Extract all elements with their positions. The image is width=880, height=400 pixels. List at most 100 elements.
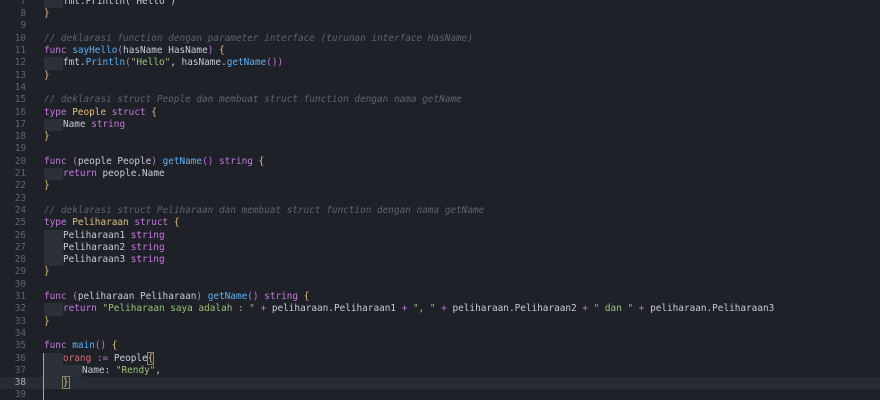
code-text[interactable]: Name: "Rendy", (44, 364, 161, 378)
code-text[interactable]: } (44, 266, 50, 278)
code-line[interactable]: 19 (0, 143, 880, 155)
code-token: people.Name (102, 168, 165, 179)
line-number: 29 (14, 266, 26, 278)
code-text[interactable]: func main() { (44, 340, 117, 352)
code-line[interactable]: 12 fmt.Println("Hello", hasName.getName()… (0, 57, 880, 70)
code-token: string (91, 118, 126, 130)
code-line[interactable]: 26 Peliharaan1 string (0, 229, 880, 242)
code-text[interactable]: func (people People) getName() string { (44, 156, 264, 168)
code-token: + (396, 303, 413, 315)
code-token: peliharaan.Peliharaan3 (650, 303, 775, 315)
code-token: + (633, 303, 651, 315)
code-text[interactable]: } (44, 131, 50, 143)
code-token: } (44, 69, 50, 81)
code-line[interactable]: 13} (0, 70, 880, 82)
code-line[interactable]: 32 return "Peliharaan saya adalah : " + p… (0, 303, 880, 316)
code-line[interactable]: 23 (0, 193, 880, 205)
code-text[interactable]: } (44, 316, 50, 328)
code-line[interactable]: 17 Name string (0, 118, 880, 132)
code-line[interactable]: 18} (0, 131, 880, 143)
code-text[interactable]: // deklarasi function dengan parameter i… (44, 33, 473, 45)
line-number: 11 (14, 45, 26, 56)
code-line[interactable]: 38} (0, 376, 880, 390)
code-token: return (63, 168, 103, 179)
code-text[interactable]: // deklarasi struct Peliharaan dan membu… (44, 205, 484, 217)
code-text[interactable]: } (44, 70, 50, 82)
code-line[interactable]: 30 (0, 279, 880, 291)
code-token: sayHello (72, 45, 118, 56)
code-line[interactable]: 22} (0, 180, 880, 192)
code-line[interactable]: 35 func main() { (0, 340, 880, 352)
code-editor[interactable]: 7 fmt.Println("Hello") 8} 9 10// deklarasi f… (0, 0, 880, 400)
code-text[interactable]: Peliharaan3 string (44, 254, 165, 267)
code-text[interactable]: } (44, 8, 50, 20)
code-token: ", " (412, 303, 436, 315)
code-text[interactable]: fmt.Println("Hello", hasName.getName()) (44, 57, 283, 70)
code-text[interactable]: Peliharaan1 string (44, 229, 165, 242)
line-number: 26 (14, 229, 26, 241)
code-line[interactable]: 7 fmt.Println("Hello") (0, 0, 880, 9)
code-line[interactable]: 37 Name: "Rendy", (0, 364, 880, 378)
line-number: 21 (14, 168, 26, 179)
code-token: } (44, 180, 50, 192)
code-line[interactable]: 16 type People struct { (0, 107, 880, 119)
code-line[interactable]: 31 func (peliharaan Peliharaan) getName()… (0, 291, 880, 303)
code-token: + (435, 303, 453, 315)
code-text[interactable]: Name string (44, 118, 126, 132)
code-token: Peliharaan1 (63, 229, 131, 241)
code-text[interactable]: return people.Name (44, 168, 165, 181)
code-line[interactable]: 25 type Peliharaan struct { (0, 217, 880, 229)
code-text[interactable]: func sayHello(hasName HasName) { (44, 45, 225, 57)
code-line[interactable]: 11 func sayHello(hasName HasName) { (0, 45, 880, 57)
code-line[interactable]: 28 Peliharaan3 string (0, 254, 880, 267)
code-line[interactable]: 15 // deklarasi struct People dan membuat… (0, 94, 880, 106)
code-text[interactable]: // deklarasi struct People dan membuat s… (44, 94, 462, 106)
line-number: 22 (14, 180, 26, 192)
code-text[interactable]: } (44, 376, 70, 390)
indent-guide (44, 352, 63, 365)
indent-guide (44, 364, 63, 378)
indent-guide (63, 364, 82, 378)
code-text[interactable]: orang := People{ (44, 351, 155, 365)
line-number: 23 (14, 192, 26, 204)
line-number: 25 (14, 217, 26, 229)
code-line[interactable]: 21 return people.Name (0, 168, 880, 181)
code-line[interactable]: 34 (0, 328, 880, 340)
code-line[interactable]: 39 (0, 389, 880, 400)
code-line[interactable]: 33} (0, 316, 880, 328)
code-token: func (44, 291, 73, 302)
code-line[interactable]: 9 (0, 20, 880, 32)
indent-guide (44, 303, 63, 316)
code-token: + (254, 303, 272, 315)
code-token: func (44, 155, 73, 167)
line-number: 13 (14, 69, 26, 81)
code-line[interactable]: 36 orang := People{ (0, 351, 880, 365)
code-line[interactable]: 20 func (people People) getName() string … (0, 156, 880, 168)
code-text[interactable]: fmt.Println("Hello") (44, 0, 176, 9)
code-token: { (151, 106, 157, 118)
line-number: 18 (14, 131, 26, 143)
code-line[interactable]: 29} (0, 266, 880, 278)
code-token: struct (106, 106, 152, 118)
code-text[interactable]: } (44, 180, 50, 192)
line-number: 30 (14, 278, 26, 290)
code-text[interactable]: type Peliharaan struct { (44, 217, 180, 229)
code-text[interactable]: Peliharaan2 string (44, 241, 165, 255)
code-token: Peliharaan3 (63, 254, 131, 266)
indent-guide (44, 241, 63, 255)
code-token: struct (128, 217, 174, 229)
code-text[interactable]: type People struct { (44, 107, 157, 119)
code-text[interactable]: return "Peliharaan saya adalah : " + pel… (44, 303, 775, 316)
code-line[interactable]: 14 (0, 82, 880, 94)
code-token: := (91, 352, 114, 364)
code-token: // deklarasi struct Peliharaan dan membu… (44, 204, 485, 216)
code-line[interactable]: 8} (0, 8, 880, 20)
code-token: } (44, 131, 50, 143)
code-line[interactable]: 27 Peliharaan2 string (0, 241, 880, 255)
code-token: string (258, 291, 304, 302)
line-number: 33 (14, 315, 26, 327)
code-line[interactable]: 24 // deklarasi struct Peliharaan dan mem… (0, 205, 880, 217)
code-token: " dan " (593, 303, 634, 315)
code-text[interactable]: func (peliharaan Peliharaan) getName() s… (44, 291, 309, 303)
code-line[interactable]: 10 // deklarasi function dengan parameter… (0, 33, 880, 45)
